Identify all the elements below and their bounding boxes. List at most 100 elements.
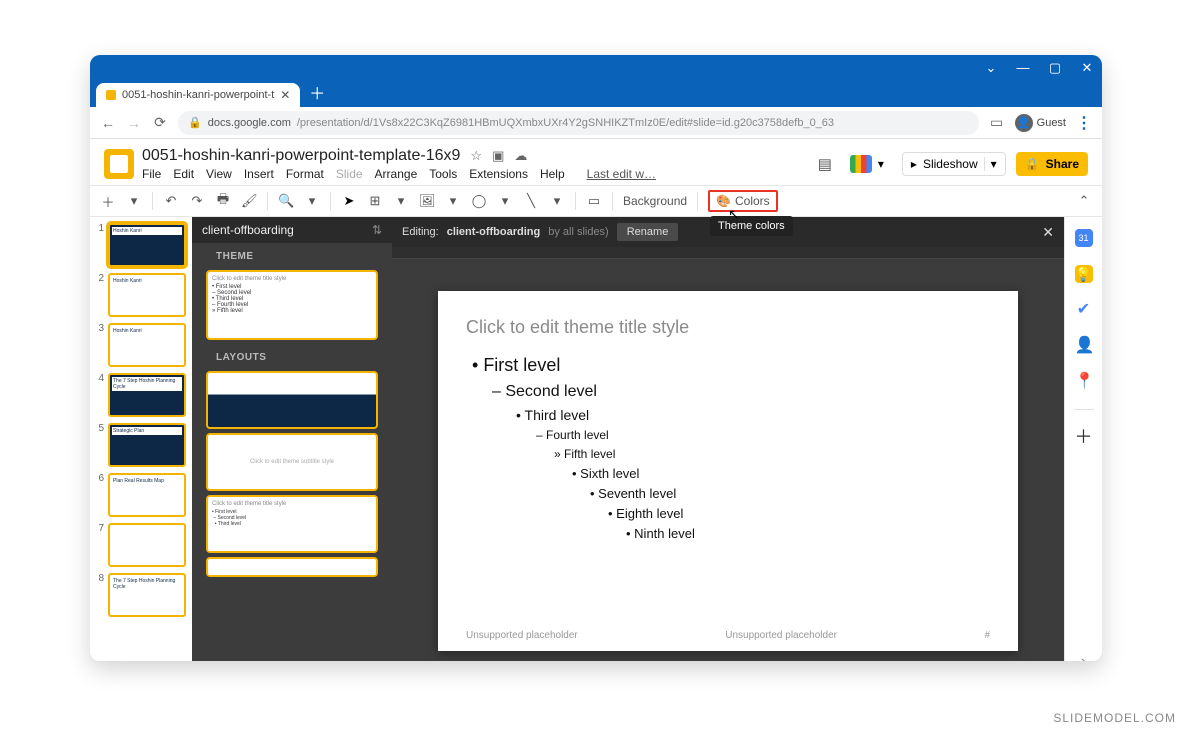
layout-thumbnail[interactable]: Click to edit theme title style • First … [206, 495, 378, 553]
layout-thumbnail[interactable] [206, 557, 378, 577]
slide-thumbnail[interactable]: Plan Real Results Map [108, 473, 186, 517]
slide-thumbnail[interactable]: Hoshin Kanri [108, 273, 186, 317]
close-window-button[interactable]: ✕ [1080, 61, 1094, 75]
slide-thumbnail[interactable] [108, 523, 186, 567]
cursor-icon: ↖ [728, 206, 740, 223]
window-controls-bar: ⌄ — ▢ ✕ [90, 55, 1102, 81]
keep-icon[interactable]: 💡 [1075, 265, 1093, 283]
add-on-button[interactable]: ＋ [1075, 428, 1093, 446]
lock-icon: 🔒 [1025, 157, 1040, 171]
background-button[interactable]: Background [623, 194, 687, 208]
caret-down-icon[interactable]: ▾ [393, 193, 409, 209]
textbox-tool[interactable]: ⊞ [367, 193, 383, 209]
slide-thumbnail[interactable]: The 7 Step Hoshin Planning Cycle [108, 573, 186, 617]
line-tool[interactable]: ╲ [523, 193, 539, 209]
menu-format[interactable]: Format [286, 167, 324, 181]
install-app-icon[interactable]: ▭ [989, 114, 1005, 131]
last-edit-link[interactable]: Last edit w… [587, 167, 656, 181]
star-icon[interactable]: ☆ [470, 148, 482, 164]
calendar-icon[interactable]: 31 [1075, 229, 1093, 247]
image-tool[interactable]: 🖼 [419, 193, 435, 209]
work-area: 1Hoshin Kanri 2Hoshin Kanri 3Hoshin Kanr… [90, 217, 1102, 661]
browser-tab[interactable]: 0051-hoshin-kanri-powerpoint-t ✕ [96, 83, 300, 107]
hide-panel-button[interactable]: › [1075, 653, 1093, 661]
layout-thumbnail[interactable] [206, 371, 378, 429]
back-button[interactable]: ← [100, 115, 116, 131]
maps-icon[interactable]: 📍 [1075, 373, 1093, 391]
redo-button[interactable]: ↷ [189, 193, 205, 209]
menu-help[interactable]: Help [540, 167, 565, 181]
slide-thumbnail[interactable]: Strategic Plan [108, 423, 186, 467]
play-icon: ▸ [911, 157, 917, 171]
slide-thumbnail[interactable]: The 7 Step Hoshin Planning Cycle [108, 373, 186, 417]
shape-tool[interactable]: ◯ [471, 193, 487, 209]
theme-menu-icon[interactable]: ⇅ [372, 223, 382, 237]
menu-slide[interactable]: Slide [336, 167, 363, 181]
paint-format-button[interactable]: 🖌 [241, 193, 257, 209]
slide-title-placeholder[interactable]: Click to edit theme title style [466, 317, 990, 338]
slideshow-button[interactable]: ▸Slideshow▾ [902, 152, 1006, 176]
caret-down-icon[interactable]: ▾ [497, 193, 513, 209]
watermark: SLIDEMODEL.COM [1053, 711, 1176, 725]
zoom-button[interactable]: 🔍 [278, 193, 294, 209]
share-button[interactable]: 🔒 Share [1016, 152, 1088, 176]
new-slide-button[interactable]: ＋ [100, 192, 116, 211]
caret-down-icon[interactable]: ▾ [549, 193, 565, 209]
placeholder-tool[interactable]: ▭ [586, 193, 602, 209]
menu-insert[interactable]: Insert [244, 167, 274, 181]
tasks-icon[interactable]: ✔ [1075, 301, 1093, 319]
theme-name: client-offboarding [202, 223, 294, 237]
app-header: 0051-hoshin-kanri-powerpoint-template-16… [90, 139, 1102, 185]
share-label: Share [1046, 157, 1079, 171]
contacts-icon[interactable]: 👤 [1075, 337, 1093, 355]
rename-button[interactable]: Rename [617, 223, 679, 241]
caret-down-icon[interactable]: ▾ [984, 157, 997, 171]
document-title[interactable]: 0051-hoshin-kanri-powerpoint-template-16… [142, 147, 460, 165]
select-tool[interactable]: ➤ [341, 193, 357, 209]
slides-favicon [106, 90, 116, 100]
caret-down-icon[interactable]: ▾ [126, 193, 142, 209]
slide-canvas[interactable]: Click to edit theme title style First le… [392, 259, 1064, 661]
menu-view[interactable]: View [206, 167, 232, 181]
browser-window: ⌄ — ▢ ✕ 0051-hoshin-kanri-powerpoint-t ✕… [90, 55, 1102, 661]
section-theme-label: THEME [192, 243, 392, 266]
slides-logo[interactable] [104, 149, 134, 179]
cloud-status-icon[interactable]: ☁ [514, 148, 527, 164]
minimize-button[interactable]: — [1016, 61, 1030, 75]
reload-button[interactable]: ⟳ [152, 114, 168, 131]
chevron-down-icon[interactable]: ⌄ [984, 61, 998, 75]
side-panel: 31 💡 ✔ 👤 📍 ＋ › [1064, 217, 1102, 661]
master-slide[interactable]: Click to edit theme title style First le… [438, 291, 1018, 651]
move-icon[interactable]: ▣ [492, 148, 504, 164]
menu-arrange[interactable]: Arrange [375, 167, 418, 181]
forward-button[interactable]: → [126, 115, 142, 131]
menu-extensions[interactable]: Extensions [469, 167, 528, 181]
tooltip: Theme colors [710, 216, 793, 236]
theme-colors-button[interactable]: 🎨 Colors ↖ Theme colors [708, 190, 778, 212]
profile-chip[interactable]: 👤 Guest [1015, 114, 1066, 132]
lock-icon: 🔒 [188, 116, 202, 129]
menu-tools[interactable]: Tools [429, 167, 457, 181]
browser-menu-button[interactable]: ⋮ [1076, 113, 1092, 133]
new-tab-button[interactable]: ＋ [306, 85, 328, 107]
comments-button[interactable]: ▤ [818, 155, 832, 173]
meet-button[interactable]: ▾ [842, 151, 892, 177]
menu-edit[interactable]: Edit [173, 167, 194, 181]
close-theme-editor-button[interactable]: ✕ [1042, 224, 1054, 241]
section-layouts-label: LAYOUTS [192, 344, 392, 367]
theme-master-thumbnail[interactable]: Click to edit theme title style • First … [206, 270, 378, 340]
slide-body-placeholder[interactable]: First level Second level Third level Fou… [466, 352, 990, 544]
maximize-button[interactable]: ▢ [1048, 61, 1062, 75]
slide-thumbnail[interactable]: Hoshin Kanri [108, 223, 186, 267]
undo-button[interactable]: ↶ [163, 193, 179, 209]
colors-label: Colors [735, 194, 770, 208]
print-button[interactable]: 🖶 [215, 190, 231, 212]
layout-thumbnail[interactable]: Click to edit theme subtitle style [206, 433, 378, 491]
slide-thumbnail[interactable]: Hoshin Kanri [108, 323, 186, 367]
url-field[interactable]: 🔒 docs.google.com/presentation/d/1Vs8x22… [178, 111, 979, 135]
collapse-toolbar-button[interactable]: ⌃ [1076, 193, 1092, 209]
caret-down-icon[interactable]: ▾ [445, 193, 461, 209]
close-tab-icon[interactable]: ✕ [280, 88, 290, 102]
caret-down-icon[interactable]: ▾ [304, 193, 320, 209]
menu-file[interactable]: File [142, 167, 161, 181]
